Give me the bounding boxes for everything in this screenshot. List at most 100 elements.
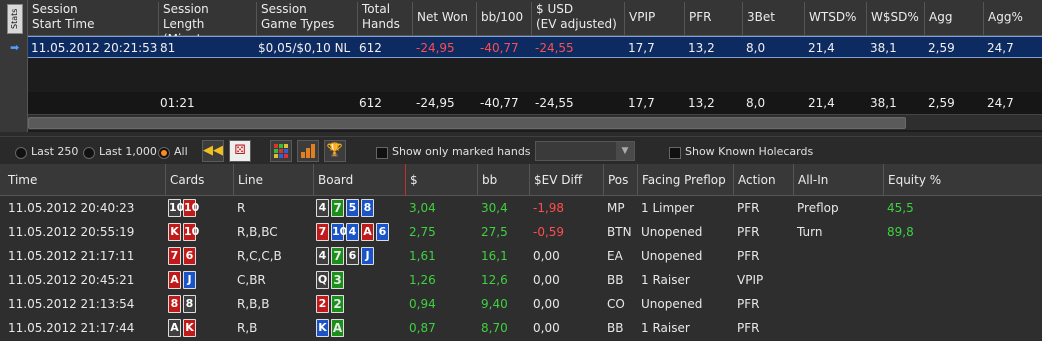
cell-time: 11.05.2012 21:13:54: [8, 297, 135, 311]
hand-row[interactable]: 11.05.2012 20:40:23 R 3,04 30,4 -1,98 MP 1 Lim…: [0, 196, 1042, 220]
hands-grid-header: Time Cards Line Board $ bb $EV Diff Pos …: [0, 164, 1042, 196]
hand-row[interactable]: 11.05.2012 20:45:21 C,BR 1,26 12,6 0,00 BB 1 R…: [0, 268, 1042, 292]
cell-bb-100: -40,77: [480, 41, 519, 55]
playing-card: A: [168, 271, 181, 289]
col-agg-pct[interactable]: Agg%: [983, 2, 1042, 36]
radio-last-1000[interactable]: Last 1,000: [83, 145, 157, 159]
cell-line: C,BR: [237, 273, 266, 287]
rewind-icon[interactable]: ◀◀: [202, 140, 224, 162]
playing-card: 2: [316, 295, 329, 313]
cell-allin: Turn: [797, 225, 823, 239]
radio-last-250[interactable]: Last 250: [15, 145, 78, 159]
col-agg[interactable]: Agg: [924, 2, 983, 36]
stats-side-tab[interactable]: Stats ➡: [0, 0, 28, 132]
col-pfr[interactable]: PFR: [684, 2, 742, 36]
col-equity[interactable]: Equity %: [883, 164, 1042, 196]
playing-card: 6: [376, 223, 389, 241]
playing-card: J: [361, 247, 374, 265]
playing-card: A: [168, 319, 181, 337]
board-cards: 47358: [316, 199, 376, 217]
dropdown-arrow-icon[interactable]: ▼: [616, 142, 634, 160]
col-session-start-time[interactable]: Session Start Time: [28, 2, 158, 36]
col-facing-preflop[interactable]: Facing Preflop: [637, 164, 733, 196]
cell-pfr: 13,2: [688, 41, 715, 55]
cell-pos: EA: [607, 249, 623, 263]
col-action[interactable]: Action: [733, 164, 793, 196]
col-vpip[interactable]: VPIP: [624, 2, 684, 36]
col-bb-100[interactable]: bb/100: [476, 2, 531, 36]
header-line-2: (EV adjusted): [536, 17, 617, 31]
cell-facing: 1 Limper: [641, 201, 695, 215]
header-line-2: Hands: [362, 17, 400, 31]
cell-wtsd: 21,4: [808, 41, 835, 55]
col-session-length[interactable]: SessionLength (Minut...: [158, 2, 256, 46]
scrollbar-thumb[interactable]: [28, 117, 906, 129]
dice-icon[interactable]: ⚄: [229, 140, 251, 162]
playing-card: 7: [316, 223, 329, 241]
cell-time: 11.05.2012 20:55:19: [8, 225, 135, 239]
hole-cards: 76: [168, 247, 198, 265]
show-holecards-checkbox[interactable]: Show Known Holecards: [669, 145, 813, 159]
cell-net-won: -24,95: [416, 41, 455, 55]
col-all-in[interactable]: All-In: [793, 164, 883, 196]
col-wtsd[interactable]: WTSD%: [804, 2, 866, 36]
col-wsd[interactable]: W$SD%: [866, 2, 924, 36]
playing-card: J: [183, 271, 196, 289]
cell-equity: 89,8: [887, 225, 914, 239]
playing-card: 10: [183, 199, 199, 217]
cell-pos: BTN: [607, 225, 632, 239]
col-net-won[interactable]: Net Won: [412, 2, 476, 36]
playing-card: 4: [316, 199, 329, 217]
col-cards[interactable]: Cards: [165, 164, 233, 196]
col-pos[interactable]: Pos: [603, 164, 637, 196]
total-usd-ev: -24,55: [535, 96, 574, 110]
hand-row[interactable]: 11.05.2012 20:55:19 R,B,BC 2,75 27,5 -0,59 BT…: [0, 220, 1042, 244]
stats-tab-label[interactable]: Stats: [7, 4, 23, 34]
playing-card: A: [331, 319, 344, 337]
header-line-1: $ USD: [536, 2, 574, 16]
cell-evdiff: -0,59: [533, 225, 565, 239]
playing-card: 4: [316, 247, 329, 265]
playing-card: 5: [346, 199, 359, 217]
session-row[interactable]: 11.05.2012 20:21:53 81 $0,05/$0,10 NL 61…: [28, 36, 1042, 58]
col-board[interactable]: Board: [313, 164, 405, 196]
header-line-1: Session: [163, 2, 209, 16]
col-game-types[interactable]: Session Game Types: [256, 2, 357, 36]
cell-time: 11.05.2012 20:45:21: [8, 273, 135, 287]
hands-filter-toolbar: Last 250 Last 1,000 All ◀◀ ⚄ 🏆 Show only…: [0, 136, 1042, 164]
col-ev-diff[interactable]: $EV Diff: [529, 164, 603, 196]
board-cards: 4736J: [316, 247, 376, 265]
grid-color-icon[interactable]: [270, 140, 292, 162]
cell-facing: 1 Raiser: [641, 273, 690, 287]
playing-card: 7: [331, 199, 344, 217]
cell-line: R,B,B: [237, 297, 270, 311]
board-cards: Q34: [316, 271, 346, 289]
col-bb[interactable]: bb: [477, 164, 529, 196]
cell-bb: 12,6: [481, 273, 508, 287]
col-usd[interactable]: $: [405, 164, 477, 196]
horizontal-scrollbar[interactable]: [28, 114, 1042, 130]
show-marked-hands-checkbox[interactable]: Show only marked hands: [376, 145, 531, 159]
col-time[interactable]: Time: [0, 164, 165, 196]
cell-time: 11.05.2012 20:40:23: [8, 201, 135, 215]
hand-row[interactable]: 11.05.2012 21:13:54 R,B,B 0,94 9,40 0,00 CO Un…: [0, 292, 1042, 316]
radio-all[interactable]: All: [158, 145, 188, 159]
playing-card: 10: [183, 223, 199, 241]
hand-row[interactable]: 11.05.2012 21:17:11 R,C,C,B 1,61 16,1 0,00 EA…: [0, 244, 1042, 268]
board-cards: 7 104 A 6: [316, 223, 391, 241]
bar-chart-icon[interactable]: [297, 140, 319, 162]
trophy-icon[interactable]: 🏆: [324, 140, 346, 162]
playing-card: K: [168, 223, 181, 241]
cell-evdiff: 0,00: [533, 249, 560, 263]
col-total-hands[interactable]: Total Hands: [357, 2, 412, 36]
col-line[interactable]: Line: [233, 164, 313, 196]
playing-card: 6: [346, 247, 359, 265]
playing-card: 8: [168, 295, 181, 313]
col-3bet[interactable]: 3Bet: [742, 2, 804, 36]
cell-total-hands: 612: [359, 41, 382, 55]
playing-card: A: [361, 223, 374, 241]
col-usd-ev[interactable]: $ USD (EV adjusted): [531, 2, 624, 36]
filter-dropdown[interactable]: ▼: [535, 141, 635, 161]
cell-usd: 1,26: [409, 273, 436, 287]
hand-row[interactable]: 11.05.2012 21:17:44 R,B 0,87 8,70 0,00 BB 1 Ra…: [0, 316, 1042, 340]
